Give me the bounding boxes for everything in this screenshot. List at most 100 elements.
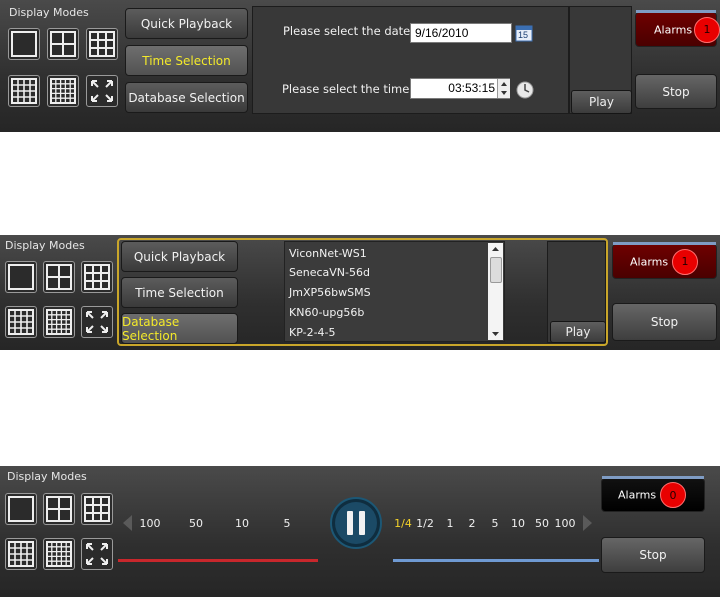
grid-2x2-button[interactable] — [43, 493, 75, 525]
grid-3x3-icon — [84, 496, 110, 522]
grid-4x4-button[interactable] — [5, 306, 37, 338]
fullscreen-icon — [86, 311, 108, 333]
forward-arrow-icon[interactable] — [582, 514, 594, 532]
date-label: Please select the date: — [283, 24, 415, 38]
fullscreen-icon — [86, 543, 108, 565]
grid-5x5-button[interactable] — [47, 75, 79, 107]
fullscreen-button[interactable] — [81, 538, 113, 570]
grid-5x5-button[interactable] — [43, 538, 75, 570]
grid-3x3-button[interactable] — [86, 28, 118, 60]
rewind-arrow-icon[interactable] — [121, 514, 133, 532]
pause-button[interactable] — [330, 497, 382, 549]
alarms-button[interactable]: Alarms 1 — [612, 242, 717, 279]
clock-button[interactable] — [515, 80, 535, 100]
scrollbar-thumb[interactable] — [490, 257, 502, 283]
grid-5x5-icon — [46, 309, 72, 335]
grid-3x3-button[interactable] — [81, 261, 113, 293]
list-item[interactable]: KP-2-4-5 — [289, 326, 336, 339]
forward-speed-50[interactable]: 50 — [535, 517, 549, 530]
rewind-speed-5[interactable]: 5 — [284, 517, 291, 530]
list-scrollbar[interactable] — [488, 243, 503, 340]
stop-button[interactable]: Stop — [635, 74, 717, 109]
grid-4x4-icon — [8, 541, 34, 567]
time-selection-button[interactable]: Time Selection — [121, 277, 238, 308]
single-view-button[interactable] — [5, 493, 37, 525]
single-view-button[interactable] — [5, 261, 37, 293]
single-view-icon — [8, 496, 34, 522]
rewind-speed-10[interactable]: 10 — [235, 517, 249, 530]
grid-4x4-button[interactable] — [8, 75, 40, 107]
alarms-button[interactable]: Alarms 1 — [635, 10, 720, 47]
alarm-count-badge: 1 — [694, 16, 720, 43]
single-view-button[interactable] — [8, 28, 40, 60]
database-selection-button[interactable]: Database Selection — [125, 82, 248, 113]
grid-2x2-icon — [46, 496, 72, 522]
quick-playback-button[interactable]: Quick Playback — [121, 241, 238, 272]
list-item[interactable]: JmXP56bwSMS — [289, 286, 371, 299]
date-field[interactable]: 9/16/2010 — [410, 23, 512, 43]
quick-playback-button[interactable]: Quick Playback — [125, 8, 248, 39]
rewind-speed-bar — [118, 559, 318, 562]
fullscreen-icon — [91, 80, 113, 102]
stop-button[interactable]: Stop — [612, 303, 717, 341]
forward-speed-100[interactable]: 100 — [555, 517, 576, 530]
grid-4x4-icon — [11, 78, 37, 104]
alarms-label: Alarms — [618, 488, 657, 502]
grid-2x2-icon — [46, 264, 72, 290]
alarms-label: Alarms — [654, 23, 693, 36]
alarm-strip — [636, 10, 716, 13]
pause-icon — [330, 497, 382, 549]
forward-speed-1[interactable]: 1 — [447, 517, 454, 530]
clock-icon — [516, 81, 534, 99]
forward-speed-1-4[interactable]: 1/4 — [394, 517, 412, 530]
grid-4x4-icon — [8, 309, 34, 335]
forward-speed-10[interactable]: 10 — [511, 517, 525, 530]
forward-speed-1-2[interactable]: 1/2 — [416, 517, 434, 530]
grid-5x5-icon — [50, 78, 76, 104]
alarm-strip — [613, 242, 716, 245]
forward-speed-bar — [393, 559, 599, 562]
time-label: Please select the time: — [282, 82, 414, 96]
list-item[interactable]: ViconNet-WS1 — [289, 247, 367, 260]
grid-4x4-button[interactable] — [5, 538, 37, 570]
grid-2x2-button[interactable] — [43, 261, 75, 293]
calendar-button[interactable]: 15 — [515, 24, 533, 42]
alarm-strip — [602, 476, 704, 479]
spinner-arrows-icon — [501, 82, 507, 95]
single-view-icon — [11, 31, 37, 57]
alarm-count-badge: 1 — [672, 248, 698, 275]
play-button[interactable]: Play — [550, 321, 606, 343]
list-item[interactable]: KN60-upg56b — [289, 306, 364, 319]
playback-panel-database-selection: Display Modes Quick Playback Time Select… — [0, 235, 720, 350]
time-spinner[interactable] — [497, 79, 510, 98]
forward-speed-5[interactable]: 5 — [492, 517, 499, 530]
stop-button[interactable]: Stop — [601, 537, 705, 573]
database-selection-button[interactable]: Database Selection — [121, 313, 238, 344]
rewind-speed-100[interactable]: 100 — [140, 517, 161, 530]
playback-panel-speed-control: Display Modes 100 50 10 5 1/4 1/2 1 2 5 … — [0, 466, 720, 597]
grid-3x3-icon — [89, 31, 115, 57]
alarms-button[interactable]: Alarms 0 — [601, 476, 705, 512]
display-modes-title: Display Modes — [5, 239, 85, 252]
fullscreen-button[interactable] — [86, 75, 118, 107]
display-modes-title: Display Modes — [7, 470, 87, 483]
alarm-count-badge: 0 — [660, 482, 686, 508]
single-view-icon — [8, 264, 34, 290]
grid-2x2-button[interactable] — [47, 28, 79, 60]
grid-2x2-icon — [50, 31, 76, 57]
calendar-day: 15 — [518, 30, 529, 40]
grid-3x3-icon — [84, 264, 110, 290]
grid-3x3-button[interactable] — [81, 493, 113, 525]
time-selection-button[interactable]: Time Selection — [125, 45, 248, 76]
rewind-speed-50[interactable]: 50 — [189, 517, 203, 530]
forward-speed-2[interactable]: 2 — [469, 517, 476, 530]
play-button[interactable]: Play — [571, 90, 632, 114]
grid-5x5-icon — [46, 541, 72, 567]
database-list[interactable]: ViconNet-WS1 SenecaVN-56d JmXP56bwSMS KN… — [284, 241, 505, 342]
list-item[interactable]: SenecaVN-56d — [289, 266, 370, 279]
time-field[interactable]: 03:53:15 — [410, 78, 510, 99]
display-modes-title: Display Modes — [9, 6, 89, 19]
fullscreen-button[interactable] — [81, 306, 113, 338]
playback-panel-time-selection: Display Modes Quick Playback Time Select… — [0, 0, 720, 132]
grid-5x5-button[interactable] — [43, 306, 75, 338]
